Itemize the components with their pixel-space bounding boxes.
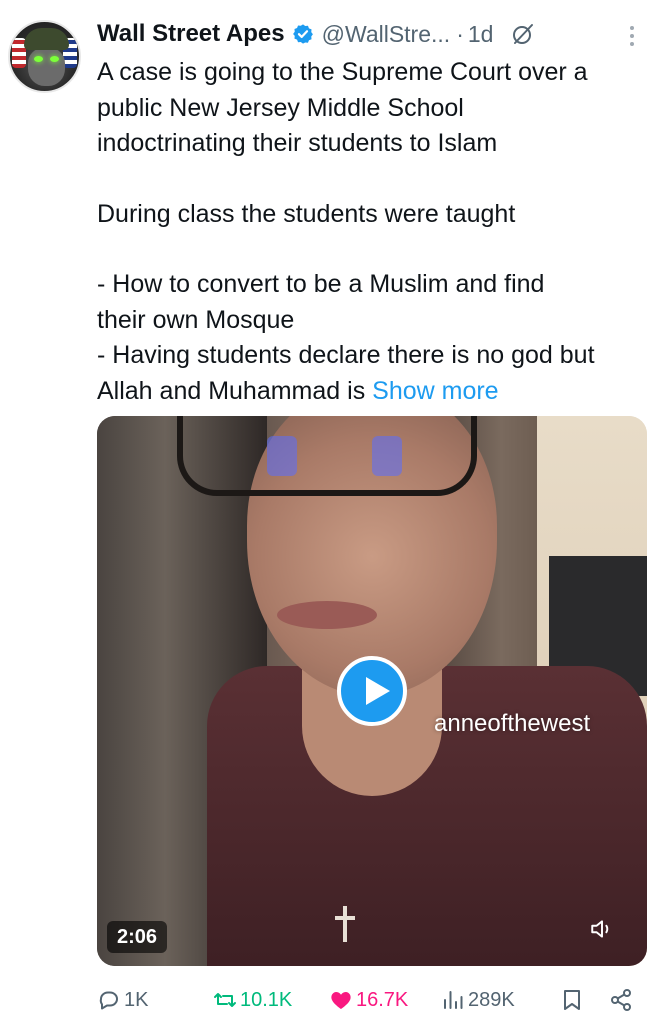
avatar-eye <box>50 56 59 62</box>
repost-count: 10.1K <box>240 988 293 1011</box>
reply-button[interactable]: 1K <box>97 982 148 1018</box>
glasses <box>177 416 477 496</box>
video-player[interactable]: anneofthewest 2:06 <box>97 416 647 966</box>
play-icon[interactable] <box>337 656 407 726</box>
avatar[interactable] <box>8 20 81 93</box>
bookmark-button[interactable] <box>560 982 584 1018</box>
repost-icon <box>214 993 236 1007</box>
author-handle[interactable]: @WallStre... <box>322 21 451 48</box>
repost-button[interactable]: 10.1K <box>213 982 292 1018</box>
post-text-line: indoctrinating their students to Islam <box>97 129 498 157</box>
post-text-line: their own Mosque <box>97 305 295 334</box>
cross-necklace <box>335 906 355 942</box>
mute-icon[interactable] <box>589 916 615 942</box>
post-text-fragment: Allah and Muhammad is <box>97 376 373 405</box>
post-text-line: A case is going to the Supreme Court ove… <box>97 58 588 86</box>
post-age[interactable]: 1d <box>468 21 494 48</box>
bookmark-icon <box>564 990 580 1010</box>
avatar-face <box>28 48 65 86</box>
lens-glare <box>372 436 402 476</box>
mouth <box>277 601 377 629</box>
post-text-line: - Having students declare there is no go… <box>97 341 595 369</box>
grok-icon[interactable] <box>511 22 535 46</box>
verified-badge-icon <box>292 24 313 44</box>
reply-count: 1K <box>124 988 149 1011</box>
views-count: 289K <box>468 988 515 1011</box>
lens-glare <box>267 436 297 476</box>
like-count: 16.7K <box>356 988 409 1011</box>
post-text-line: public New Jersey Middle School <box>97 93 464 122</box>
like-button[interactable]: 16.7K <box>329 982 408 1018</box>
reply-icon <box>99 991 118 1010</box>
post-text-line: During class the students were taught <box>97 199 516 228</box>
video-watermark: anneofthewest <box>434 710 591 737</box>
views-button[interactable]: 289K <box>441 982 515 1018</box>
views-icon <box>444 991 463 1009</box>
like-icon <box>331 992 351 1009</box>
author-name[interactable]: Wall Street Apes <box>97 20 285 48</box>
share-button[interactable] <box>609 982 633 1018</box>
action-bar: 1K 10.1K 16.7K 289K <box>97 982 642 1018</box>
post-header: Wall Street Apes @WallStre... · 1d <box>97 18 535 50</box>
share-icon <box>611 989 631 1011</box>
avatar-helmet <box>24 28 69 50</box>
post-text: A case is going to the Supreme Court ove… <box>97 55 652 409</box>
show-more-link[interactable]: Show more <box>372 377 498 405</box>
post-text-line: - How to convert to be a Muslim and find <box>97 270 545 298</box>
video-duration: 2:06 <box>107 921 168 953</box>
more-icon[interactable] <box>625 22 639 50</box>
separator-dot: · <box>456 20 464 47</box>
avatar-eye <box>34 56 43 62</box>
post-text-line-last: Allah and Muhammad is Show more <box>97 374 652 410</box>
